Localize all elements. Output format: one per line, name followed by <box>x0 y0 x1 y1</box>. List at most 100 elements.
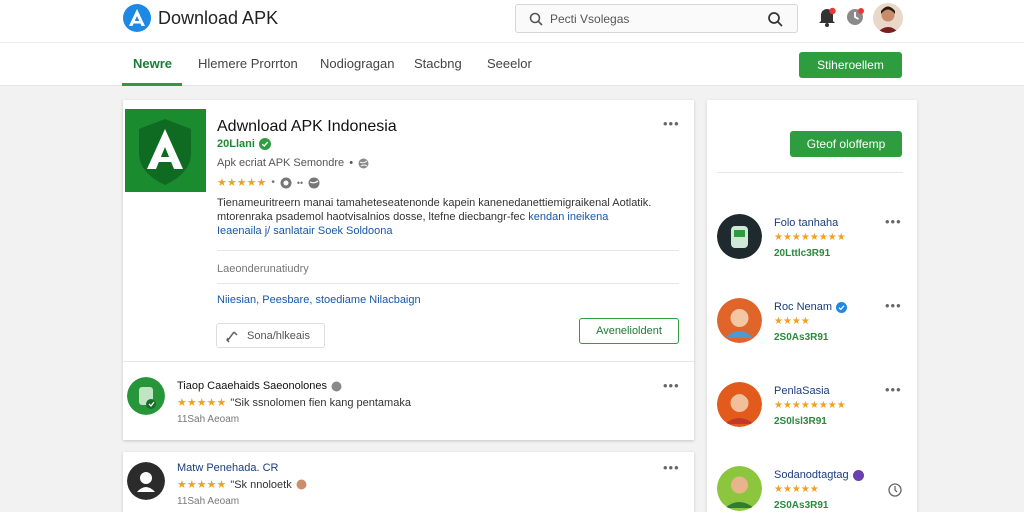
search-input[interactable] <box>550 9 750 29</box>
comment-text: "Sik ssnolomen fien kang pentamaka <box>230 396 411 409</box>
rating-extra: •• <box>296 177 304 188</box>
post-tags[interactable]: Niiesian, Peesbare, stoediame Nilacbaign <box>217 294 421 306</box>
comment-item: Tiaop Caaehaids Saeonolones ★★★★★ "Sik s… <box>123 370 694 440</box>
refresh-icon[interactable] <box>887 482 903 498</box>
share-icon <box>226 330 238 343</box>
user-avatar[interactable] <box>873 3 903 33</box>
category-label: Laeonderunatiudry <box>217 263 309 275</box>
nav-tab-newre[interactable]: Newre <box>133 56 172 71</box>
sidebar-item-name-text: Folo tanhaha <box>774 217 839 229</box>
sidebar-item-time: 2S0lsl3R91 <box>774 416 827 427</box>
sidebar-item-time: 20Lttlc3R91 <box>774 248 831 259</box>
post-description: Tienameuritreern manai tamaheteseatenond… <box>217 196 677 238</box>
sidebar-avatar <box>717 298 762 343</box>
comment-author-name: Tiaop Caaehaids Saeonolones <box>177 380 328 392</box>
post-subtitle: Apk ecriat APK Semondre • <box>217 157 369 169</box>
rating-separator: • <box>271 177 275 188</box>
logo[interactable]: Download APK <box>122 3 278 33</box>
nav-tab-4[interactable]: Stacbng <box>414 56 462 71</box>
sidebar-item[interactable]: PenlaSasia ★★★★★★★★ 2S0lsl3R91 ••• <box>717 382 907 442</box>
comment-text: "Sk nnoloetk <box>230 478 292 491</box>
nav-tab-5[interactable]: Seeelor <box>487 56 532 71</box>
sidebar-item-time: 2S0As3R91 <box>774 500 829 511</box>
more-options-icon[interactable]: ••• <box>663 379 680 392</box>
sidebar-item-stars: ★★★★★ <box>774 484 819 495</box>
comment-stars: ★★★★★ <box>177 479 227 491</box>
search-button-icon[interactable] <box>766 10 784 28</box>
verified-label: 20Llani <box>217 138 255 150</box>
notification-icon[interactable] <box>816 6 838 28</box>
update-icon[interactable] <box>844 6 866 28</box>
sidebar: Gteof oloffemp Folo tanhaha ★★★★★★★★ 20L… <box>707 100 917 512</box>
sidebar-cta-button[interactable]: Gteof oloffemp <box>790 131 902 157</box>
description-link[interactable]: kendan ineikena <box>528 211 608 223</box>
description-line3[interactable]: Ieaenaila j/ sanlatair Soek Soldoona <box>217 225 393 237</box>
comment-avatar[interactable] <box>127 377 165 415</box>
active-tab-indicator <box>122 83 182 86</box>
verified-icon <box>258 138 271 150</box>
divider <box>123 361 694 362</box>
globe-icon <box>308 177 320 188</box>
sidebar-avatar <box>717 466 762 511</box>
verified-icon <box>836 301 848 313</box>
sidebar-item-name-text: Roc Nenam <box>774 301 833 313</box>
search-bar[interactable] <box>515 4 798 33</box>
more-options-icon[interactable]: ••• <box>885 299 902 312</box>
emoji-icon <box>296 479 307 490</box>
sidebar-item[interactable]: Roc Nenam ★★★★ 2S0As3R91 ••• <box>717 298 907 358</box>
post-title: Adwnload APK Indonesia <box>217 118 397 135</box>
share-label: Sona/hlkeais <box>247 329 310 342</box>
comment-time: 11Sah Aeoam <box>177 414 240 425</box>
verified-line: 20Llani <box>217 138 271 150</box>
app-logo-icon <box>123 4 151 32</box>
comment-author-name: Matw Penehada. CR <box>177 462 279 474</box>
sidebar-item-stars: ★★★★★★★★ <box>774 400 846 411</box>
sidebar-avatar <box>717 382 762 427</box>
rating-stars: ★★★★★ <box>217 177 267 189</box>
share-button[interactable]: Sona/hlkeais <box>216 323 325 348</box>
sidebar-item-name: Sodanodtagtag <box>774 469 864 481</box>
search-icon <box>529 12 543 26</box>
post-rating: ★★★★★ • •• <box>217 176 320 189</box>
sidebar-item[interactable]: Folo tanhaha ★★★★★★★★ 20Lttlc3R91 ••• <box>717 214 907 274</box>
app-title: Download APK <box>158 7 279 28</box>
divider <box>717 172 903 173</box>
divider <box>217 250 679 251</box>
post-subtitle-text: Apk ecriat APK Semondre <box>217 157 345 169</box>
top-bar: Download APK <box>0 0 1024 42</box>
nav-tab-2[interactable]: Hlemere Prorrton <box>198 56 298 71</box>
comment-item: Matw Penehada. CR ★★★★★ "Sk nnoloetk 11S… <box>123 452 694 512</box>
more-options-icon[interactable]: ••• <box>663 117 680 130</box>
divider <box>217 283 679 284</box>
globe-icon <box>280 177 292 188</box>
nav-cta-button[interactable]: Stiheroellem <box>799 52 902 78</box>
more-options-icon[interactable]: ••• <box>885 215 902 228</box>
dot-separator: • <box>349 157 354 169</box>
sidebar-avatar <box>717 214 762 259</box>
app-post-card: Adwnload APK Indonesia 20Llani Apk ecria… <box>123 100 694 440</box>
globe-icon <box>358 158 369 168</box>
comment-card: Matw Penehada. CR ★★★★★ "Sk nnoloetk 11S… <box>123 452 694 512</box>
sidebar-item-name: PenlaSasia <box>774 385 830 397</box>
comment-stars: ★★★★★ <box>177 397 227 409</box>
more-options-icon[interactable]: ••• <box>885 383 902 396</box>
nav-bar: Newre Hlemere Prorrton Nodiogragan Stacb… <box>0 42 1024 86</box>
sidebar-item-name: Folo tanhaha <box>774 217 838 229</box>
globe-icon <box>331 381 342 391</box>
sidebar-item[interactable]: Sodanodtagtag ★★★★★ 2S0As3R91 <box>717 466 907 512</box>
nav-tab-3[interactable]: Nodiogragan <box>320 56 394 71</box>
comment-rating: ★★★★★ "Sk nnoloetk <box>177 478 307 491</box>
app-icon[interactable] <box>125 109 206 192</box>
comment-rating: ★★★★★ "Sik ssnolomen fien kang pentamaka <box>177 396 411 410</box>
comment-author: Tiaop Caaehaids Saeonolones <box>177 380 342 392</box>
comment-avatar[interactable] <box>127 462 165 500</box>
sidebar-item-name: Roc Nenam <box>774 301 848 313</box>
comment-author: Matw Penehada. CR <box>177 462 279 474</box>
comment-time: 11Sah Aeoam <box>177 496 240 507</box>
sidebar-item-name-text: PenlaSasia <box>774 385 830 397</box>
sidebar-item-name-text: Sodanodtagtag <box>774 469 849 481</box>
sidebar-item-stars: ★★★★★★★★ <box>774 232 846 243</box>
verified-icon <box>852 469 864 481</box>
more-options-icon[interactable]: ••• <box>663 461 680 474</box>
download-button[interactable]: Avenelioldent <box>579 318 679 344</box>
